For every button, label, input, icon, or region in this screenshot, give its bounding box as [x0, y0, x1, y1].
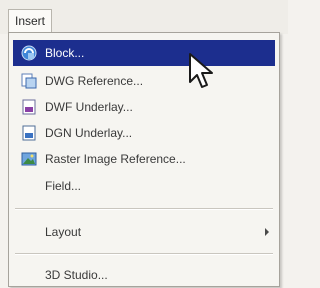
menu-item-label: Field... — [45, 179, 82, 193]
menu-item-label: DWG Reference... — [45, 74, 144, 88]
menu-separator — [15, 208, 273, 210]
mouse-cursor-icon — [189, 53, 213, 88]
dwf-underlay-icon — [20, 98, 38, 116]
menu-item-label: Raster Image Reference... — [45, 152, 186, 166]
dgn-underlay-icon — [20, 124, 38, 142]
menu-item-label: 3D Studio... — [45, 268, 108, 282]
submenu-arrow-icon — [265, 228, 269, 236]
dwg-reference-icon — [20, 72, 38, 90]
menu-bar: Insert — [0, 0, 288, 34]
menu-item-raster-image-reference[interactable]: Raster Image Reference... — [13, 146, 275, 172]
menu-item-layout[interactable]: Layout — [13, 219, 275, 245]
menu-item-block[interactable]: Block... — [13, 40, 275, 66]
menu-item-field[interactable]: Field... — [13, 173, 275, 199]
menu-item-label: DGN Underlay... — [45, 126, 133, 140]
menu-item-label: DWF Underlay... — [45, 100, 133, 114]
insert-dropdown-menu: Block... DWG Reference... DWF Underlay..… — [8, 32, 280, 287]
insert-menu-title[interactable]: Insert — [8, 9, 53, 33]
menu-item-dgn-underlay[interactable]: DGN Underlay... — [13, 120, 275, 146]
block-icon — [20, 44, 38, 62]
menu-separator — [15, 253, 273, 255]
menu-item-dwf-underlay[interactable]: DWF Underlay... — [13, 94, 275, 120]
menu-item-dwg-reference[interactable]: DWG Reference... — [13, 68, 275, 94]
raster-image-icon — [20, 150, 38, 168]
menu-item-label: Layout — [45, 225, 82, 239]
menu-item-label: Block... — [45, 46, 85, 60]
menu-item-3d-studio[interactable]: 3D Studio... — [13, 262, 275, 288]
